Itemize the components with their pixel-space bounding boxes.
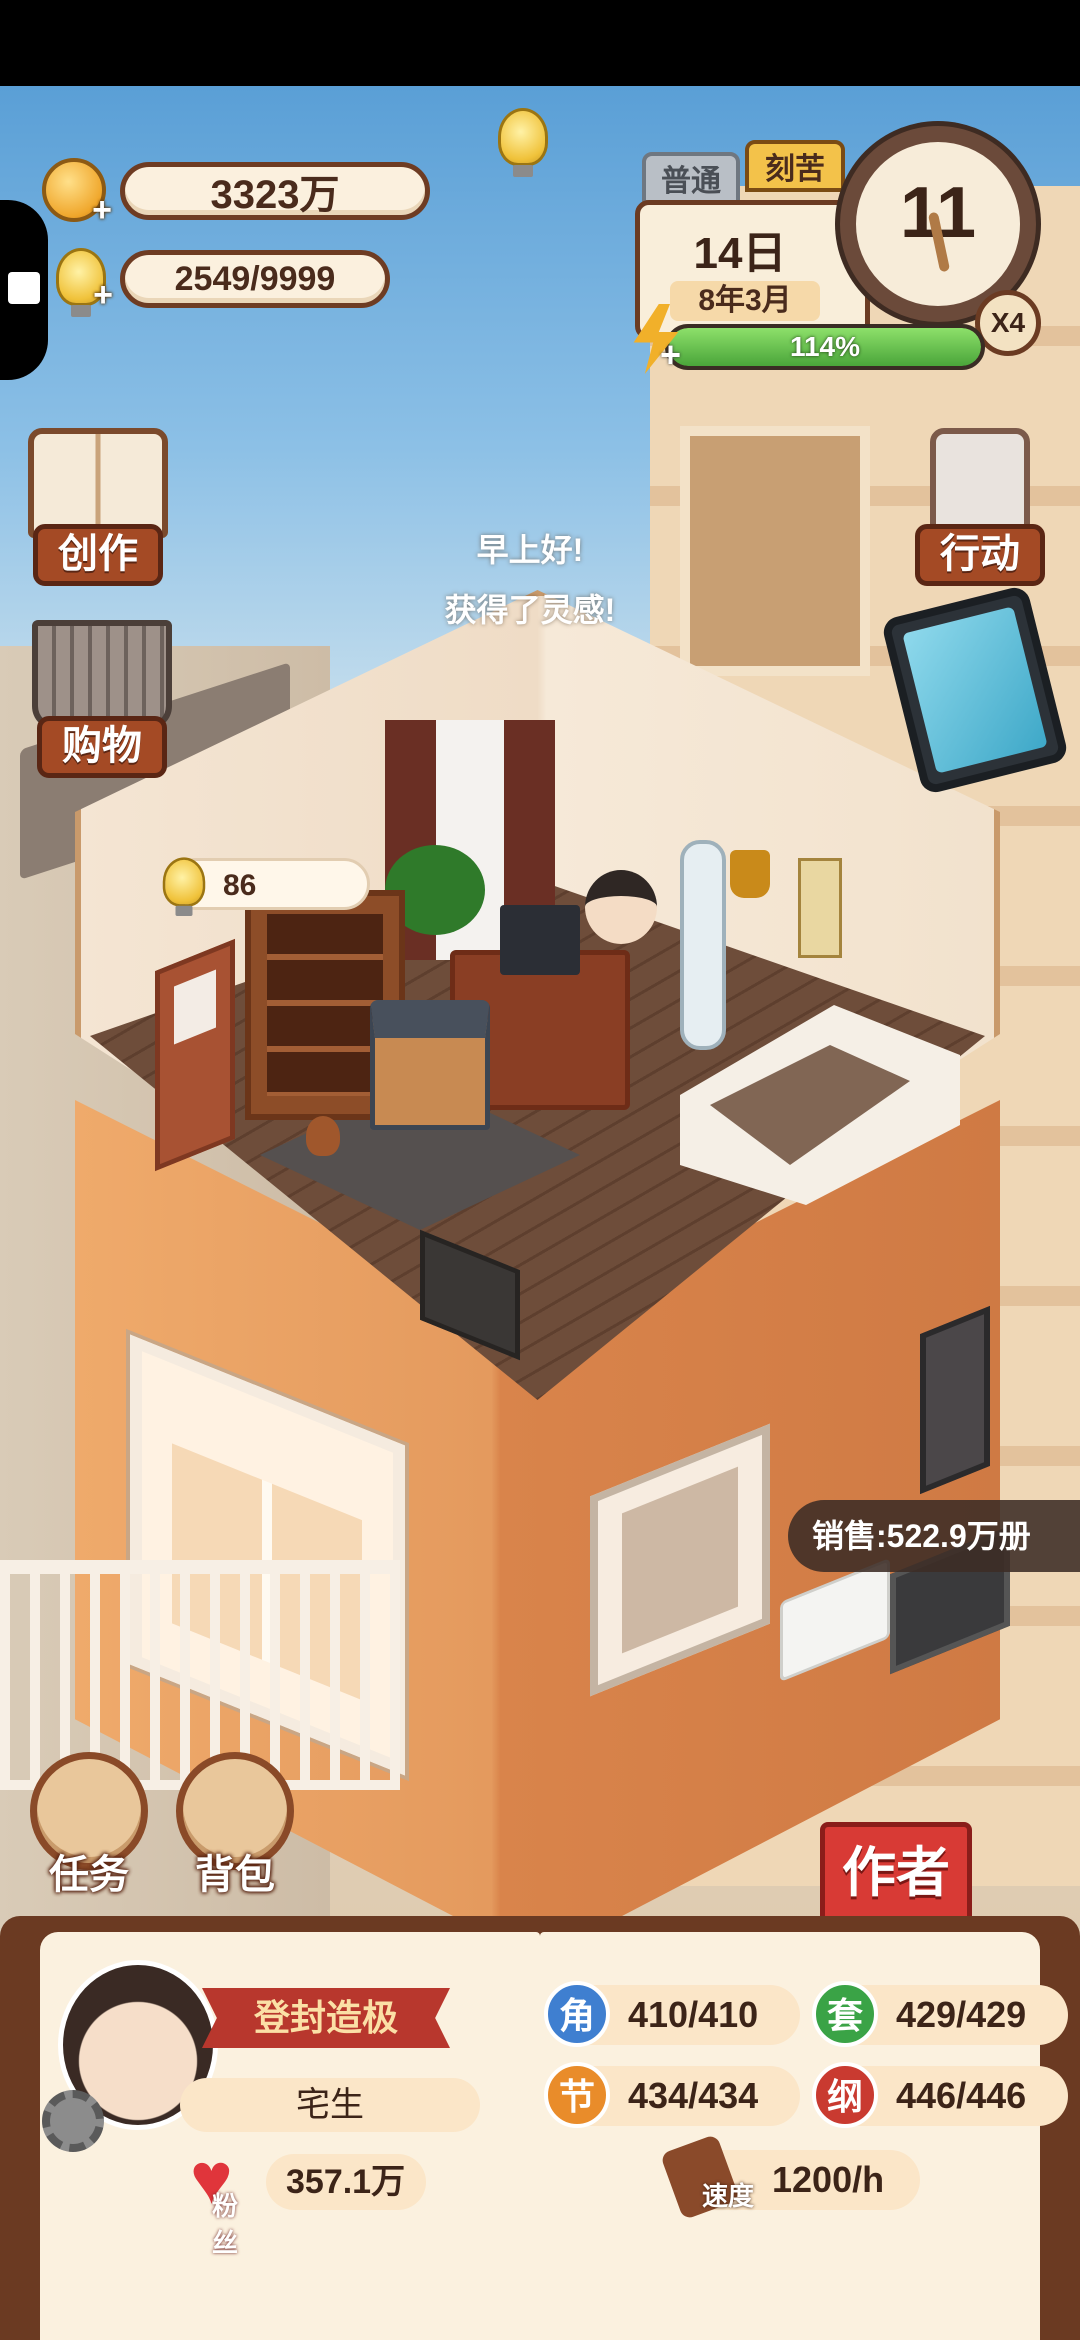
bag-button[interactable]: 背包 (160, 1752, 310, 1900)
tasks-button[interactable]: 任务 (14, 1752, 164, 1900)
inspiration-bulb-icon[interactable]: + (56, 248, 113, 317)
fans-count: 357.1万 (266, 2154, 426, 2210)
radio-icon (930, 428, 1030, 538)
pet-dog[interactable] (306, 1116, 340, 1156)
trophy[interactable] (730, 850, 770, 898)
outline-stat-icon: 纲 (812, 2062, 878, 2128)
side-panel-tab[interactable] (0, 200, 48, 380)
action-button[interactable]: 行动 (910, 428, 1050, 586)
stat-character[interactable]: 角 410/410 (544, 1981, 800, 2047)
computer-monitor[interactable] (500, 905, 580, 975)
add-coins-icon[interactable]: + (92, 191, 112, 230)
tab-normal-mode[interactable]: 普通 (642, 152, 740, 204)
energy-percent: 114% (789, 331, 861, 362)
tab-hard-mode[interactable]: 刻苦 (745, 140, 845, 192)
create-button[interactable]: 创作 (28, 428, 168, 586)
greeting-message: 早上好! 获得了灵感! (444, 532, 616, 628)
wall-poster[interactable] (798, 858, 842, 958)
fans-heart-icon: 粉丝 (190, 2138, 262, 2258)
open-book-icon (28, 428, 168, 538)
pen-name: 宅生 (180, 2078, 480, 2132)
stat-plot[interactable]: 节 434/434 (544, 2062, 800, 2128)
energy-bar: 114% (665, 324, 985, 370)
shopping-basket-icon (32, 620, 172, 730)
author-button[interactable]: 作者 (820, 1822, 972, 1926)
author-character[interactable] (585, 870, 657, 944)
coin-counter: 3323万 (120, 162, 430, 220)
shopping-button[interactable]: 购物 (32, 620, 172, 778)
calendar-card[interactable]: 14日 8年3月 (635, 200, 870, 340)
rank-title: 登封造极 (202, 1988, 450, 2048)
calendar-day: 14日 (693, 229, 787, 278)
add-inspiration-icon[interactable]: + (93, 276, 113, 315)
inspiration-counter: 2549/9999 (120, 250, 390, 308)
character-stat-icon: 角 (544, 1981, 610, 2047)
floating-inspiration-bulb-icon[interactable] (498, 108, 548, 177)
coin-icon[interactable]: + (42, 158, 112, 229)
writing-speed: 速度 1200/h (659, 2133, 920, 2221)
metal-door (920, 1305, 990, 1495)
stat-routine[interactable]: 套 429/429 (812, 1981, 1068, 2047)
puzzle-icon (8, 272, 40, 304)
routine-stat-icon: 套 (812, 1981, 878, 2047)
plot-stat-icon: 节 (544, 2062, 610, 2128)
gear-icon[interactable] (42, 2090, 104, 2152)
stat-outline[interactable]: 纲 446/446 (812, 2062, 1068, 2128)
doghouse[interactable] (370, 1000, 490, 1130)
status-bar (0, 0, 1080, 86)
sales-counter: 销售:522.9万册 (788, 1500, 1080, 1572)
calendar-year-month: 8年3月 (670, 281, 820, 321)
room-inspiration-bubble[interactable]: 86 (162, 857, 370, 917)
inspiration-bulb-icon (162, 857, 206, 917)
add-energy-icon[interactable]: + (660, 334, 681, 376)
room-door[interactable] (155, 938, 235, 1172)
tower-fan[interactable] (680, 840, 726, 1050)
